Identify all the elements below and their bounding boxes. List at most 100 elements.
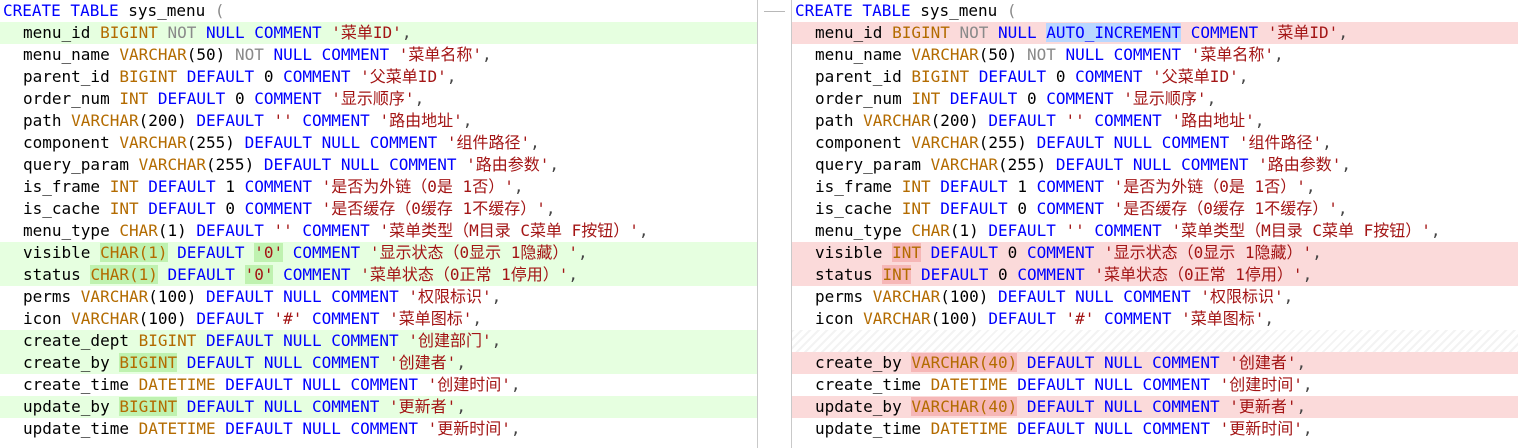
code-token: , — [1302, 375, 1313, 394]
left-diff-pane[interactable]: CREATE TABLE sys_menu (menu_id BIGINT NO… — [0, 0, 757, 448]
code-token: , — [513, 177, 524, 196]
code-token: '更新者' — [389, 397, 457, 416]
code-token: '创建部门' — [408, 331, 492, 350]
diff-line-added[interactable]: status CHAR(1) DEFAULT '0' COMMENT '菜单状态… — [0, 264, 757, 286]
code-token: VARCHAR — [863, 309, 931, 328]
code-line[interactable]: is_frame INT DEFAULT 1 COMMENT '是否为外链（0是… — [0, 176, 757, 198]
code-line[interactable]: is_cache INT DEFAULT 0 COMMENT '是否缓存（0缓存… — [792, 198, 1518, 220]
code-token: NOT — [959, 23, 989, 42]
code-line[interactable]: create_time DATETIME DEFAULT NULL COMMEN… — [0, 374, 757, 396]
code-token: , — [456, 397, 466, 416]
diff-line-added[interactable]: create_dept BIGINT DEFAULT NULL COMMENT … — [0, 330, 757, 352]
code-line[interactable]: perms VARCHAR(100) DEFAULT NULL COMMENT … — [792, 286, 1518, 308]
diff-gutter[interactable] — [757, 0, 792, 448]
create-table-line[interactable]: CREATE TABLE sys_menu ( — [0, 0, 757, 22]
code-line[interactable]: icon VARCHAR(100) DEFAULT '#' COMMENT '菜… — [792, 308, 1518, 330]
code-token: NULL COMMENT — [1055, 45, 1191, 64]
code-line[interactable]: component VARCHAR(255) DEFAULT NULL COMM… — [0, 132, 757, 154]
code-token: , — [530, 133, 540, 152]
code-token: VARCHAR — [911, 133, 979, 152]
code-line[interactable]: is_cache INT DEFAULT 0 COMMENT '是否缓存（0缓存… — [0, 198, 757, 220]
code-token: '菜单名称' — [398, 45, 482, 64]
code-token: 0 — [225, 199, 235, 218]
code-token: sys_menu — [128, 1, 206, 20]
diff-line-added[interactable]: update_by BIGINT DEFAULT NULL COMMENT '更… — [0, 396, 757, 418]
code-token: '组件路径' — [446, 133, 531, 152]
code-token: COMMENT — [1065, 67, 1153, 86]
code-token: , — [577, 243, 588, 262]
code-token: DATETIME — [138, 375, 216, 394]
code-token: 0 — [234, 89, 245, 108]
code-line[interactable]: menu_type CHAR(1) DEFAULT '' COMMENT '菜单… — [792, 220, 1518, 242]
code-token: DEFAULT NULL COMMENT — [1046, 155, 1259, 174]
code-line[interactable]: path VARCHAR(200) DEFAULT '' COMMENT '路由… — [0, 110, 757, 132]
code-token: CHAR — [119, 221, 158, 240]
code-line[interactable]: menu_name VARCHAR(50) NOT NULL COMMENT '… — [792, 44, 1518, 66]
code-line[interactable]: perms VARCHAR(100) DEFAULT NULL COMMENT … — [0, 286, 757, 308]
diff-line-changed[interactable]: status INT DEFAULT 0 COMMENT '菜单状态（0正常 1… — [792, 264, 1518, 286]
code-token: COMMENT — [1084, 111, 1172, 130]
code-token: '' — [273, 221, 293, 240]
diff-line-added[interactable]: visible CHAR(1) DEFAULT '0' COMMENT '显示状… — [0, 242, 757, 264]
code-token: menu_name — [815, 45, 912, 64]
diff-line-changed[interactable]: visible INT DEFAULT 0 COMMENT '显示状态（0显示 … — [792, 242, 1518, 264]
code-token: (100) — [940, 287, 989, 306]
diff-line-added[interactable]: create_by BIGINT DEFAULT NULL COMMENT '创… — [0, 352, 757, 374]
code-token: COMMENT — [292, 111, 380, 130]
code-token: BIGINT — [138, 331, 197, 350]
code-token: , — [1206, 89, 1217, 108]
code-line[interactable]: path VARCHAR(200) DEFAULT '' COMMENT '路由… — [792, 110, 1518, 132]
code-line[interactable]: query_param VARCHAR(255) DEFAULT NULL CO… — [0, 154, 757, 176]
code-token: (200) — [138, 111, 187, 130]
code-token: create_by — [815, 353, 912, 372]
code-token: 0 — [998, 265, 1008, 284]
code-token: menu_id — [23, 23, 101, 42]
code-token: '菜单类型（M目录 C菜单 F按钮）' — [379, 221, 639, 240]
code-token: update_time — [23, 419, 139, 438]
code-token: , — [1305, 177, 1316, 196]
code-line[interactable]: update_time DATETIME DEFAULT NULL COMMEN… — [0, 418, 757, 440]
code-line[interactable]: menu_name VARCHAR(50) NOT NULL COMMENT '… — [0, 44, 757, 66]
diff-line-changed[interactable]: menu_id BIGINT NOT NULL AUTO_INCREMENT C… — [792, 22, 1518, 44]
code-token: DEFAULT — [978, 111, 1066, 130]
code-token: '组件路径' — [1238, 133, 1323, 152]
code-token: DATETIME — [930, 375, 1008, 394]
diff-blank-line[interactable] — [792, 330, 1518, 352]
code-token: '显示状态（0显示 1隐藏）' — [1104, 243, 1313, 262]
code-line[interactable]: parent_id BIGINT DEFAULT 0 COMMENT '父菜单I… — [0, 66, 757, 88]
code-token: INT — [109, 199, 139, 218]
code-token: DEFAULT — [138, 199, 226, 218]
code-token: '菜单图标' — [1181, 309, 1265, 328]
code-token: COMMENT — [1094, 309, 1182, 328]
code-token: '创建者' — [1229, 353, 1297, 372]
code-token: COMMENT — [234, 177, 322, 196]
code-line[interactable]: menu_type CHAR(1) DEFAULT '' COMMENT '菜单… — [0, 220, 757, 242]
right-diff-pane[interactable]: CREATE TABLE sys_menu (menu_id BIGINT NO… — [792, 0, 1518, 448]
code-token: , — [1430, 221, 1441, 240]
diff-line-changed[interactable]: create_by VARCHAR(40) DEFAULT NULL COMME… — [792, 352, 1518, 374]
code-line[interactable]: update_time DATETIME DEFAULT NULL COMMEN… — [792, 418, 1518, 440]
code-token: COMMENT — [234, 199, 322, 218]
code-line[interactable]: order_num INT DEFAULT 0 COMMENT '显示顺序', — [792, 88, 1518, 110]
diff-line-added[interactable]: menu_id BIGINT NOT NULL COMMENT '菜单ID', — [0, 22, 757, 44]
code-token: DEFAULT — [148, 89, 235, 108]
code-line[interactable]: parent_id BIGINT DEFAULT 0 COMMENT '父菜单I… — [792, 66, 1518, 88]
code-token: (50) — [186, 45, 235, 64]
code-token: status — [815, 265, 883, 284]
code-token: icon — [815, 309, 864, 328]
code-line[interactable]: icon VARCHAR(100) DEFAULT '#' COMMENT '菜… — [0, 308, 757, 330]
code-token: , — [1296, 397, 1307, 416]
create-table-line[interactable]: CREATE TABLE sys_menu ( — [792, 0, 1518, 22]
diff-highlight-token: '0' — [244, 265, 274, 284]
code-line[interactable]: component VARCHAR(255) DEFAULT NULL COMM… — [792, 132, 1518, 154]
code-line[interactable]: create_time DATETIME DEFAULT NULL COMMEN… — [792, 374, 1518, 396]
code-token: create_dept — [23, 331, 139, 350]
diff-line-changed[interactable]: update_by VARCHAR(40) DEFAULT NULL COMME… — [792, 396, 1518, 418]
code-token: status — [23, 265, 91, 284]
code-token: (100) — [138, 309, 187, 328]
code-line[interactable]: is_frame INT DEFAULT 1 COMMENT '是否为外链（0是… — [792, 176, 1518, 198]
code-line[interactable]: query_param VARCHAR(255) DEFAULT NULL CO… — [792, 154, 1518, 176]
code-line[interactable]: order_num INT DEFAULT 0 COMMENT '显示顺序', — [0, 88, 757, 110]
code-token: perms — [815, 287, 873, 306]
